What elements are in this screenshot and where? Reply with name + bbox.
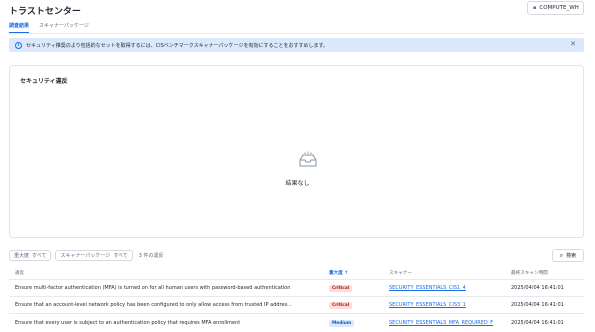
tab-bar: 調査結果 スキャナーパッケージ: [9, 22, 89, 33]
last-scan-time: 2025/04/04 16:41:01: [511, 302, 564, 308]
sort-ascending-icon: ↑: [344, 271, 349, 276]
severity-filter-label: 重大度: [14, 253, 30, 259]
tabs-divider: [9, 33, 584, 34]
table-row[interactable]: Ensure that an account-level network pol…: [9, 297, 584, 314]
empty-inbox-icon: [299, 151, 317, 167]
warehouse-icon: ▪: [533, 5, 537, 11]
banner-text: セキュリティ推奨のより包括的なセットを取得するには、CISベンチマークスキャナー…: [26, 42, 328, 49]
filter-bar: 重大度 すべて スキャナーパッケージ すべて 3 件の違反: [9, 250, 164, 261]
scanner-link[interactable]: SECURITY_ESSENTIALS_CIS3_1: [389, 302, 466, 308]
warehouse-selector[interactable]: ▪ COMPUTE_WH: [527, 1, 584, 15]
column-header-violation[interactable]: 違反: [15, 270, 24, 276]
card-title: セキュリティ違反: [20, 78, 68, 85]
last-scan-time: 2025/04/04 16:41:01: [511, 285, 564, 291]
tab-scanner-packages[interactable]: スキャナーパッケージ: [39, 22, 89, 33]
info-banner: i セキュリティ推奨のより包括的なセットを取得するには、CISベンチマークスキャ…: [9, 38, 584, 52]
scanner-package-filter[interactable]: スキャナーパッケージ すべて: [55, 250, 133, 261]
scanner-link[interactable]: SECURITY_ESSENTIALS_CIS1_4: [389, 285, 466, 291]
security-violations-card: セキュリティ違反 結果なし: [9, 65, 584, 238]
severity-badge: Critical: [329, 302, 353, 309]
search-label: 検索: [566, 253, 577, 259]
violation-text: Ensure that every user is subject to an …: [15, 319, 241, 326]
last-scan-time: 2025/04/04 16:41:01: [511, 319, 564, 326]
column-header-scanner[interactable]: スキャナー: [389, 270, 412, 276]
violation-text: Ensure that an account-level network pol…: [15, 302, 292, 308]
severity-badge: Critical: [329, 285, 353, 292]
warehouse-label: COMPUTE_WH: [539, 5, 579, 11]
table-row[interactable]: Ensure multi-factor authentication (MFA)…: [9, 280, 584, 297]
table-header: 違反 重大度 ↑ スキャナー 最終スキャン時間: [9, 267, 584, 280]
severity-badge: Medium: [329, 319, 355, 327]
table-row[interactable]: Ensure that every user is subject to an …: [9, 314, 584, 331]
package-filter-label: スキャナーパッケージ: [60, 253, 111, 259]
column-header-severity-label: 重大度: [329, 271, 343, 276]
tab-findings[interactable]: 調査結果: [9, 22, 30, 33]
scanner-link[interactable]: SECURITY_ESSENTIALS_MFA_REQUIRED_F: [389, 320, 493, 326]
severity-filter-value: すべて: [32, 253, 47, 259]
search-button[interactable]: ⌕ 検索: [552, 249, 584, 262]
violation-count: 3 件の違反: [138, 253, 164, 259]
package-filter-value: すべて: [113, 253, 128, 259]
info-icon: i: [15, 41, 22, 49]
empty-state-text: 結果なし: [285, 180, 310, 187]
column-header-last-scan[interactable]: 最終スキャン時間: [511, 270, 548, 276]
search-icon: ⌕: [559, 251, 564, 259]
page-title: トラストセンター: [9, 7, 81, 17]
column-header-severity[interactable]: 重大度 ↑: [329, 270, 348, 276]
close-icon[interactable]: ✕: [570, 40, 576, 48]
violation-text: Ensure multi-factor authentication (MFA)…: [15, 285, 291, 291]
severity-filter[interactable]: 重大度 すべて: [9, 250, 52, 261]
